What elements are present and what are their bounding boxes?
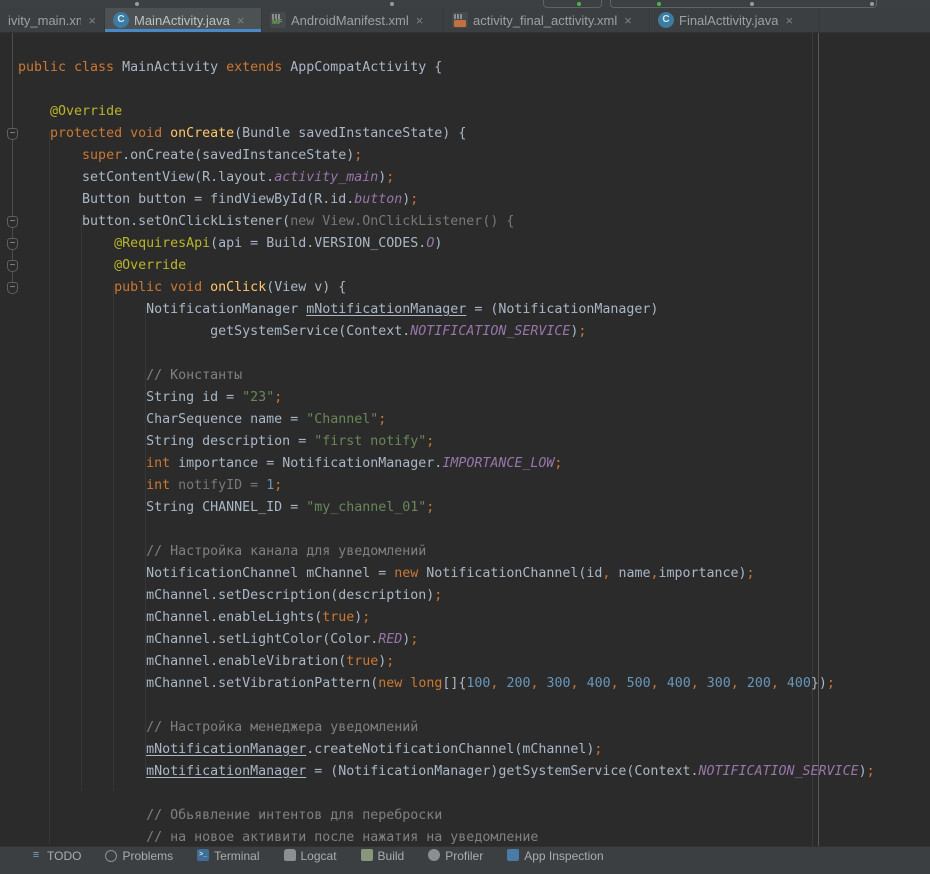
code-area[interactable]: public class MainActivity extends AppCom…: [18, 57, 930, 846]
fold-marker[interactable]: −: [7, 260, 18, 272]
tab-label: AndroidManifest.xml: [291, 13, 409, 28]
code-line[interactable]: public void onClick(View v) {: [18, 277, 930, 299]
tool-window-label: Profiler: [445, 849, 483, 863]
code-line[interactable]: [18, 783, 930, 805]
fold-marker[interactable]: −: [7, 216, 18, 228]
build-icon: [361, 849, 373, 861]
fold-marker[interactable]: −: [7, 128, 18, 140]
tab-label: activity_final_acttivity.xml: [473, 13, 617, 28]
code-line[interactable]: NotificationChannel mChannel = new Notif…: [18, 563, 930, 585]
tool-window-button-problems[interactable]: Problems: [105, 849, 173, 863]
code-line[interactable]: mChannel.setVibrationPattern(new long[]{…: [18, 673, 930, 695]
tool-window-button-todo[interactable]: ≡ TODO: [30, 849, 81, 863]
toolbar-icon[interactable]: [390, 2, 394, 6]
appinsp-icon: [507, 849, 519, 861]
tool-window-button-terminal[interactable]: >_ Terminal: [197, 849, 259, 863]
toolbar-button-group[interactable]: [543, 0, 602, 8]
tool-window-button-build[interactable]: Build: [361, 849, 405, 863]
tool-window-button-logcat[interactable]: Logcat: [284, 849, 337, 863]
gutter-fold-line: [12, 33, 13, 289]
code-line[interactable]: String description = "first notify";: [18, 431, 930, 453]
editor-tabs: ivity_main.xml × C MainActivity.java × MF Andr…: [0, 8, 930, 33]
terminal-icon: >_: [197, 849, 209, 861]
tab-label: ivity_main.xml: [8, 13, 81, 28]
code-line[interactable]: @Override: [18, 255, 930, 277]
code-line[interactable]: int notifyID = 1;: [18, 475, 930, 497]
code-line[interactable]: super.onCreate(savedInstanceState);: [18, 145, 930, 167]
code-line[interactable]: setContentView(R.layout.activity_main);: [18, 167, 930, 189]
tab-label: FinalActtivity.java: [679, 13, 778, 28]
close-icon[interactable]: ×: [416, 14, 424, 27]
code-line[interactable]: // на новое активити после нажатия на ув…: [18, 827, 930, 846]
code-line[interactable]: getSystemService(Context.NOTIFICATION_SE…: [18, 321, 930, 343]
tool-window-label: Logcat: [301, 849, 337, 863]
tool-window-label: Terminal: [214, 849, 259, 863]
tab-finalacttivity-java[interactable]: C FinalActtivity.java ×: [650, 8, 820, 32]
problems-icon: [105, 850, 117, 862]
code-line[interactable]: mNotificationManager.createNotificationC…: [18, 739, 930, 761]
code-line[interactable]: String id = "23";: [18, 387, 930, 409]
xml-layout-icon: [452, 12, 468, 28]
java-class-icon: C: [658, 12, 674, 28]
toolbar-icon[interactable]: [135, 2, 139, 6]
code-line[interactable]: NotificationManager mNotificationManager…: [18, 299, 930, 321]
toolbar-icon[interactable]: [657, 2, 661, 6]
code-line[interactable]: button.setOnClickListener(new View.OnCli…: [18, 211, 930, 233]
code-line[interactable]: @RequiresApi(api = Build.VERSION_CODES.O…: [18, 233, 930, 255]
tab-activity-final-acttivity-xml[interactable]: activity_final_acttivity.xml ×: [444, 8, 650, 32]
code-line[interactable]: mChannel.setDescription(description);: [18, 585, 930, 607]
close-icon[interactable]: ×: [785, 14, 793, 27]
code-line[interactable]: int importance = NotificationManager.IMP…: [18, 453, 930, 475]
close-icon[interactable]: ×: [237, 14, 245, 27]
code-line[interactable]: public class MainActivity extends AppCom…: [18, 57, 930, 79]
tool-window-button-profiler[interactable]: Profiler: [428, 849, 483, 863]
code-line[interactable]: mChannel.enableLights(true);: [18, 607, 930, 629]
code-line[interactable]: CharSequence name = "Channel";: [18, 409, 930, 431]
code-line[interactable]: mChannel.enableVibration(true);: [18, 651, 930, 673]
tool-window-label: App Inspection: [524, 849, 603, 863]
code-line[interactable]: [18, 519, 930, 541]
close-icon[interactable]: ×: [88, 14, 96, 27]
toolbar-icon[interactable]: [870, 2, 874, 6]
code-line[interactable]: // Настройка канала для уведомлений: [18, 541, 930, 563]
tab-ivity-main-xml[interactable]: ivity_main.xml ×: [0, 8, 105, 32]
tab-label: MainActivity.java: [134, 13, 230, 28]
code-line[interactable]: @Override: [18, 101, 930, 123]
tab-androidmanifest-xml[interactable]: MF AndroidManifest.xml ×: [262, 8, 444, 32]
code-line[interactable]: [18, 695, 930, 717]
code-line[interactable]: Button button = findViewById(R.id.button…: [18, 189, 930, 211]
fold-marker[interactable]: −: [7, 238, 18, 250]
code-line[interactable]: [18, 343, 930, 365]
code-line[interactable]: mChannel.setLightColor(Color.RED);: [18, 629, 930, 651]
tool-window-label: Build: [378, 849, 405, 863]
profiler-icon: [428, 849, 440, 861]
code-line[interactable]: // Настройка менеджера уведомлений: [18, 717, 930, 739]
code-line[interactable]: mNotificationManager = (NotificationMana…: [18, 761, 930, 783]
code-line[interactable]: [18, 79, 930, 101]
todo-icon: ≡: [30, 849, 42, 861]
tool-window-bar: ≡ TODO Problems >_ Terminal Logcat Build Profil…: [0, 846, 930, 874]
toolbar-icon[interactable]: [577, 2, 581, 6]
toolbar-button-group[interactable]: [610, 0, 877, 8]
code-line[interactable]: protected void onCreate(Bundle savedInst…: [18, 123, 930, 145]
code-line[interactable]: // Обьявление интентов для переброски: [18, 805, 930, 827]
close-icon[interactable]: ×: [624, 14, 632, 27]
fold-marker[interactable]: −: [7, 282, 18, 294]
logcat-icon: [284, 849, 296, 861]
manifest-icon: MF: [270, 12, 286, 28]
code-line[interactable]: // Константы: [18, 365, 930, 387]
java-class-icon: C: [113, 12, 129, 28]
toolbar-icon[interactable]: [750, 2, 754, 6]
tool-window-label: TODO: [47, 849, 81, 863]
tool-window-button-app-inspection[interactable]: App Inspection: [507, 849, 603, 863]
tool-window-label: Problems: [122, 849, 173, 863]
code-line[interactable]: String CHANNEL_ID = "my_channel_01";: [18, 497, 930, 519]
tab-mainactivity-java[interactable]: C MainActivity.java ×: [105, 8, 262, 32]
code-editor[interactable]: public class MainActivity extends AppCom…: [0, 33, 930, 846]
